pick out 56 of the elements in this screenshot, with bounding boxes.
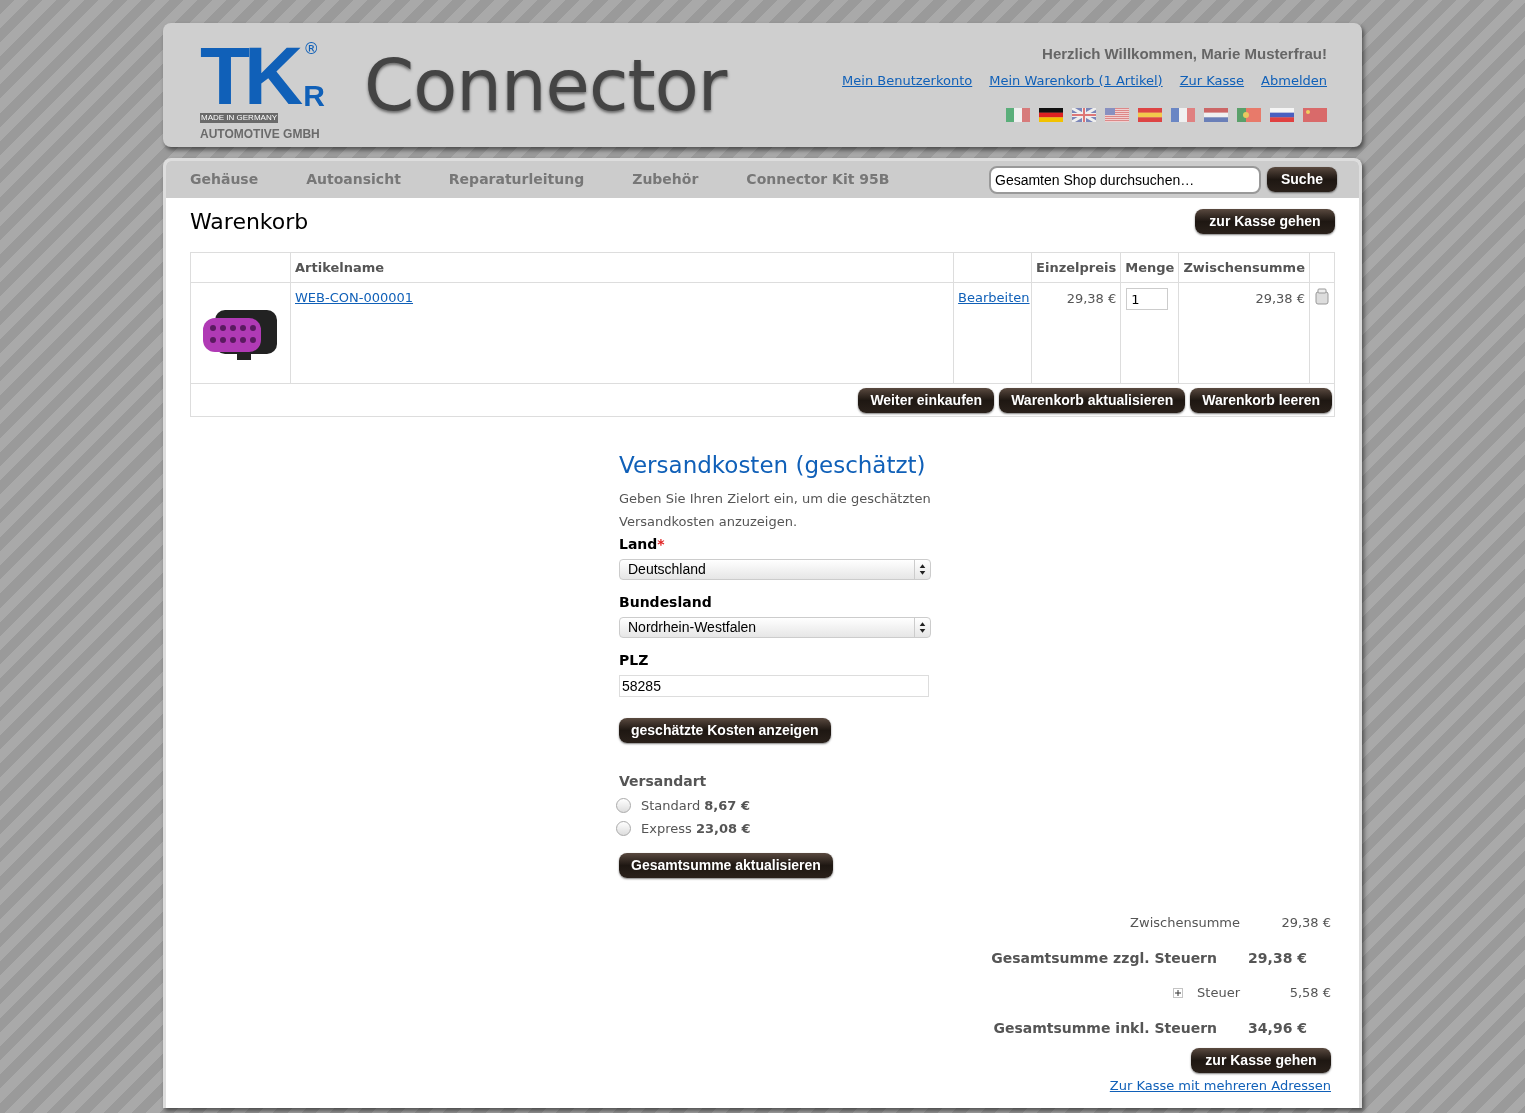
cart-action-button[interactable]: Warenkorb aktualisieren [999, 387, 1186, 413]
total-label: Zwischensumme [1130, 914, 1240, 933]
logo-letters: TK [200, 41, 298, 111]
cart-action-button[interactable]: Weiter einkaufen [858, 387, 995, 413]
search-button[interactable]: Suche [1267, 167, 1337, 192]
total-value: 29,38 € [1247, 948, 1307, 968]
section-title: Versandkosten (geschätzt) [619, 451, 927, 480]
radio-button[interactable] [616, 797, 631, 813]
total-label: Gesamtsumme zzgl. Steuern [991, 948, 1217, 968]
total-value: 29,38 € [1280, 914, 1331, 933]
welcome-text: Herzlich Willkommen, Marie Musterfrau! [1042, 44, 1327, 64]
multi-address-link[interactable]: Zur Kasse mit mehreren Adressen [1109, 1075, 1331, 1095]
update-total-button[interactable]: Gesamtsumme aktualisieren [619, 852, 833, 878]
logo-letter: R [303, 81, 325, 111]
made-in-label: MADE IN GERMANY [200, 113, 278, 123]
flag-icon[interactable] [1270, 108, 1294, 122]
page-title: Warenkorb [190, 208, 309, 236]
estimate-button[interactable]: geschätzte Kosten anzeigen [619, 717, 831, 743]
field-label: Bundesland [619, 592, 713, 612]
header-link[interactable]: Zur Kasse [1179, 70, 1245, 90]
total-label: Steuer [1197, 984, 1240, 1003]
total-value: 34,96 € [1247, 1018, 1307, 1038]
registered-mark: ® [303, 41, 320, 57]
total-value: 5,58 € [1288, 984, 1331, 1003]
header-link[interactable]: Mein Benutzerkonto [842, 70, 973, 90]
edit-link[interactable]: Bearbeiten [958, 290, 1030, 305]
shipping-option: Express 23,08 € [641, 819, 751, 839]
column-header: Artikelname [290, 252, 954, 283]
total-label: Gesamtsumme inkl. Steuern [993, 1018, 1217, 1038]
product-link[interactable]: WEB-CON-000001 [295, 290, 414, 305]
company-name: AUTOMOTIVE GMBH [200, 127, 321, 141]
radio-button[interactable] [616, 821, 631, 837]
field-label: Versandart [619, 771, 708, 791]
state-select[interactable]: Nordrhein-Westfalen [619, 616, 931, 638]
description: Geben Sie Ihren Zielort ein, um die geschätzten Versandkosten anzuzeigen. [619, 489, 932, 531]
column-header: Zwischensumme [1178, 252, 1310, 283]
cart-action-button[interactable]: Warenkorb leeren [1190, 387, 1332, 413]
search-field[interactable]: Gesamten Shop durchsuchen… [989, 165, 1261, 194]
quantity-field[interactable]: 1 [1126, 288, 1169, 310]
wordmark: Connector [364, 45, 727, 125]
shipping-option: Standard 8,67 € [641, 795, 750, 815]
checkout-button[interactable]: zur Kasse gehen [1195, 209, 1335, 234]
trash-icon[interactable] [1313, 287, 1331, 305]
expand-icon[interactable] [1173, 988, 1184, 998]
unit-price: 29,38 € [1066, 291, 1117, 306]
header-link[interactable]: Abmelden [1261, 70, 1327, 90]
column-header: Einzelpreis [1031, 252, 1121, 283]
header-link[interactable]: Mein Warenkorb (1 Artikel) [989, 70, 1163, 90]
checkout-button[interactable]: zur Kasse gehen [1191, 1047, 1331, 1073]
field-label: Land* [619, 534, 666, 554]
field-label: PLZ [619, 650, 650, 670]
zip-field[interactable]: 58285 [619, 674, 929, 697]
column-header: Menge [1120, 252, 1179, 283]
row-subtotal: 29,38 € [1255, 291, 1305, 306]
flag-icon[interactable] [1039, 108, 1063, 122]
country-select[interactable]: Deutschland [619, 558, 931, 580]
